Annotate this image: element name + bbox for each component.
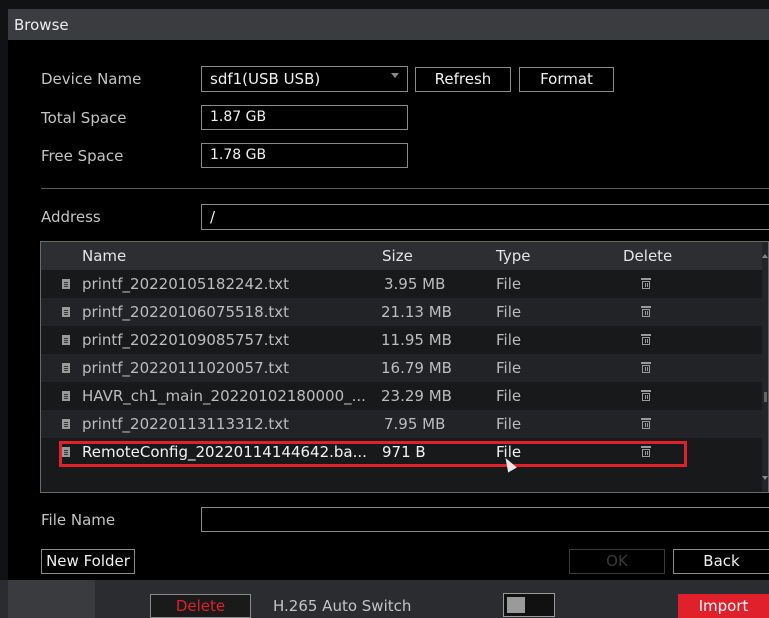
format-button[interactable]: Format <box>519 67 614 92</box>
device-name-value: sdf1(USB USB) <box>210 70 321 88</box>
trash-icon[interactable] <box>641 306 651 317</box>
file-type-cell: File <box>496 331 522 349</box>
file-name-cell: printf_20220109085757.txt <box>82 331 290 349</box>
trash-icon[interactable] <box>641 362 651 373</box>
refresh-button[interactable]: Refresh <box>415 67 511 92</box>
h265-auto-switch-label: H.265 Auto Switch <box>273 597 412 615</box>
scroll-down-icon[interactable] <box>762 476 768 480</box>
file-size-cell: 11.95 MB <box>381 331 452 349</box>
column-header-type[interactable]: Type <box>496 247 530 265</box>
table-header: Name Size Type Delete <box>41 242 768 270</box>
delete-button[interactable]: Delete <box>150 594 251 618</box>
trash-icon[interactable] <box>641 390 651 401</box>
table-row[interactable]: printf_20220113113312.txt 7.95 MB File <box>41 410 768 438</box>
scroll-up-icon[interactable] <box>762 254 768 258</box>
selection-highlight <box>59 441 687 467</box>
file-name-cell: printf_20220106075518.txt <box>82 303 290 321</box>
toggle-knob <box>507 597 525 613</box>
file-icon <box>62 307 70 317</box>
file-size-cell: 16.79 MB <box>381 359 452 377</box>
bottom-bar-left-block <box>8 580 95 618</box>
address-field[interactable]: / <box>201 204 769 230</box>
file-type-cell: File <box>496 387 522 405</box>
total-space-value: 1.87 GB <box>210 109 267 125</box>
file-type-cell: File <box>496 359 522 377</box>
address-label: Address <box>41 208 101 226</box>
address-value: / <box>210 208 216 226</box>
import-button[interactable]: Import <box>678 594 769 618</box>
file-name-cell: printf_20220113113312.txt <box>82 415 290 433</box>
column-header-size[interactable]: Size <box>382 247 413 265</box>
column-header-delete: Delete <box>623 247 673 265</box>
device-name-label: Device Name <box>41 70 142 88</box>
window-title: Browse <box>14 16 69 34</box>
file-icon <box>62 363 70 373</box>
free-space-value: 1.78 GB <box>210 147 267 163</box>
file-icon <box>62 335 70 345</box>
ok-button[interactable]: OK <box>569 549 665 574</box>
table-scrollbar[interactable] <box>762 242 768 492</box>
title-bar: Browse <box>8 9 769 40</box>
file-type-cell: File <box>496 275 522 293</box>
file-icon <box>62 391 70 401</box>
free-space-field: 1.78 GB <box>201 143 408 168</box>
h265-auto-switch-toggle[interactable] <box>503 593 555 617</box>
file-name-label: File Name <box>41 511 116 529</box>
trash-icon[interactable] <box>641 418 651 429</box>
total-space-field: 1.87 GB <box>201 105 408 130</box>
device-name-select[interactable]: sdf1(USB USB) <box>201 66 408 92</box>
file-name-cell: printf_20220111020057.txt <box>82 359 290 377</box>
trash-icon[interactable] <box>641 278 651 289</box>
file-size-cell: 21.13 MB <box>381 303 452 321</box>
chevron-down-icon <box>391 73 399 78</box>
new-folder-button[interactable]: New Folder <box>41 549 135 574</box>
file-size-cell: 7.95 MB <box>384 415 446 433</box>
file-size-cell: 3.95 MB <box>384 275 446 293</box>
file-icon <box>62 419 70 429</box>
trash-icon[interactable] <box>641 334 651 345</box>
divider <box>41 188 769 189</box>
back-button[interactable]: Back <box>673 549 769 574</box>
file-name-cell: printf_20220105182242.txt <box>82 275 290 293</box>
file-size-cell: 23.29 MB <box>381 387 452 405</box>
table-row[interactable]: printf_20220111020057.txt 16.79 MB File <box>41 354 768 382</box>
table-row[interactable]: HAVR_ch1_main_20220102180000_... 23.29 M… <box>41 382 768 410</box>
file-name-input[interactable] <box>201 507 769 532</box>
column-header-name[interactable]: Name <box>82 247 126 265</box>
total-space-label: Total Space <box>41 109 127 127</box>
table-row[interactable]: printf_20220106075518.txt 21.13 MB File <box>41 298 768 326</box>
table-row[interactable]: printf_20220105182242.txt 3.95 MB File <box>41 270 768 298</box>
file-type-cell: File <box>496 415 522 433</box>
free-space-label: Free Space <box>41 147 124 165</box>
scroll-thumb[interactable] <box>764 392 767 402</box>
file-type-cell: File <box>496 303 522 321</box>
file-name-cell: HAVR_ch1_main_20220102180000_... <box>82 387 366 405</box>
table-row[interactable]: printf_20220109085757.txt 11.95 MB File <box>41 326 768 354</box>
file-icon <box>62 279 70 289</box>
